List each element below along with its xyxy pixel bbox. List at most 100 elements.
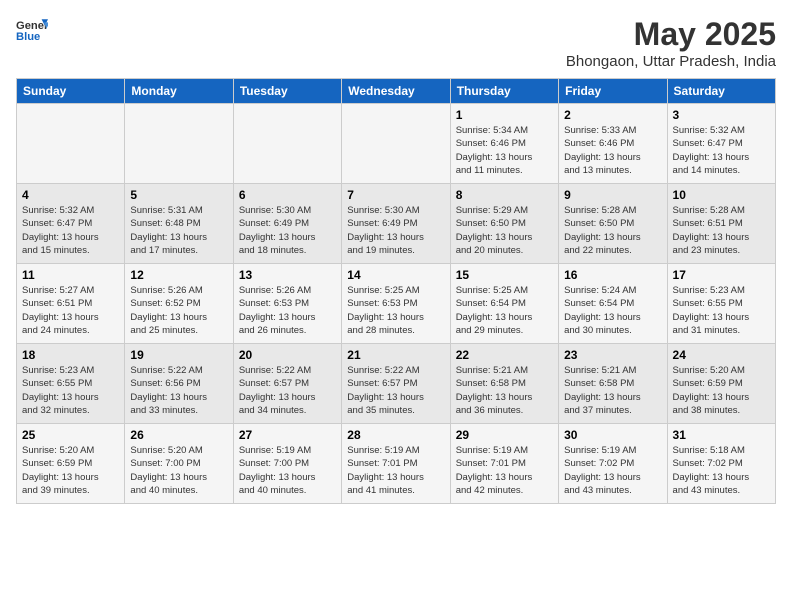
day-content: Sunrise: 5:30 AMSunset: 6:49 PMDaylight:… xyxy=(347,204,444,257)
day-content: Sunrise: 5:22 AMSunset: 6:57 PMDaylight:… xyxy=(239,364,336,417)
day-content: Sunrise: 5:18 AMSunset: 7:02 PMDaylight:… xyxy=(673,444,770,497)
calendar-cell: 19Sunrise: 5:22 AMSunset: 6:56 PMDayligh… xyxy=(125,344,233,424)
calendar-cell: 29 Sunrise: 5:19 AMSunset: 7:01 PMDayligh… xyxy=(450,424,558,504)
day-number: 7 xyxy=(347,188,444,202)
day-number: 31 xyxy=(673,428,770,442)
day-number: 30 xyxy=(564,428,661,442)
day-content: Sunrise: 5:26 AMSunset: 6:53 PMDaylight:… xyxy=(239,284,336,337)
day-number: 23 xyxy=(564,348,661,362)
day-content: Sunrise: 5:27 AMSunset: 6:51 PMDaylight:… xyxy=(22,284,119,337)
calendar-cell: 16 Sunrise: 5:24 AMSunset: 6:54 PMDayligh… xyxy=(559,264,667,344)
day-number: 4 xyxy=(22,188,119,202)
calendar-cell xyxy=(342,104,450,184)
calendar-cell: 28 Sunrise: 5:19 AMSunset: 7:01 PMDayligh… xyxy=(342,424,450,504)
day-number: 18 xyxy=(22,348,119,362)
calendar-cell: 6 Sunrise: 5:30 AMSunset: 6:49 PMDaylight… xyxy=(233,184,341,264)
day-content: Sunrise: 5:31 AMSunset: 6:48 PMDaylight:… xyxy=(130,204,227,257)
day-number: 16 xyxy=(564,268,661,282)
header-saturday: Saturday xyxy=(667,79,775,104)
calendar-cell: 24 Sunrise: 5:20 AMSunset: 6:59 PMDayligh… xyxy=(667,344,775,424)
week-row-5: 25 Sunrise: 5:20 AMSunset: 6:59 PMDayligh… xyxy=(17,424,776,504)
day-content: Sunrise: 5:21 AMSunset: 6:58 PMDaylight:… xyxy=(564,364,661,417)
calendar-cell: 11 Sunrise: 5:27 AMSunset: 6:51 PMDayligh… xyxy=(17,264,125,344)
header-row: SundayMondayTuesdayWednesdayThursdayFrid… xyxy=(17,79,776,104)
calendar-cell: 4 Sunrise: 5:32 AMSunset: 6:47 PMDaylight… xyxy=(17,184,125,264)
header-friday: Friday xyxy=(559,79,667,104)
day-number: 22 xyxy=(456,348,553,362)
calendar-cell: 13 Sunrise: 5:26 AMSunset: 6:53 PMDayligh… xyxy=(233,264,341,344)
day-number: 14 xyxy=(347,268,444,282)
calendar-cell: 17 Sunrise: 5:23 AMSunset: 6:55 PMDayligh… xyxy=(667,264,775,344)
day-number: 2 xyxy=(564,108,661,122)
calendar-cell: 9Sunrise: 5:28 AMSunset: 6:50 PMDaylight… xyxy=(559,184,667,264)
header-tuesday: Tuesday xyxy=(233,79,341,104)
calendar-cell: 12Sunrise: 5:26 AMSunset: 6:52 PMDayligh… xyxy=(125,264,233,344)
day-content: Sunrise: 5:19 AMSunset: 7:01 PMDaylight:… xyxy=(456,444,553,497)
calendar-cell xyxy=(17,104,125,184)
day-number: 15 xyxy=(456,268,553,282)
svg-text:Blue: Blue xyxy=(16,31,40,43)
day-number: 24 xyxy=(673,348,770,362)
calendar-cell: 14 Sunrise: 5:25 AMSunset: 6:53 PMDayligh… xyxy=(342,264,450,344)
calendar-cell: 5 Sunrise: 5:31 AMSunset: 6:48 PMDaylight… xyxy=(125,184,233,264)
calendar-cell: 10Sunrise: 5:28 AMSunset: 6:51 PMDayligh… xyxy=(667,184,775,264)
day-content: Sunrise: 5:30 AMSunset: 6:49 PMDaylight:… xyxy=(239,204,336,257)
day-number: 21 xyxy=(347,348,444,362)
day-content: Sunrise: 5:19 AMSunset: 7:02 PMDaylight:… xyxy=(564,444,661,497)
day-content: Sunrise: 5:26 AMSunset: 6:52 PMDaylight:… xyxy=(130,284,227,337)
day-content: Sunrise: 5:34 AMSunset: 6:46 PMDaylight:… xyxy=(456,124,553,177)
day-content: Sunrise: 5:32 AMSunset: 6:47 PMDaylight:… xyxy=(22,204,119,257)
header-monday: Monday xyxy=(125,79,233,104)
header-wednesday: Wednesday xyxy=(342,79,450,104)
day-content: Sunrise: 5:25 AMSunset: 6:53 PMDaylight:… xyxy=(347,284,444,337)
day-number: 11 xyxy=(22,268,119,282)
day-number: 28 xyxy=(347,428,444,442)
day-content: Sunrise: 5:20 AMSunset: 6:59 PMDaylight:… xyxy=(673,364,770,417)
calendar-cell xyxy=(125,104,233,184)
week-row-3: 11 Sunrise: 5:27 AMSunset: 6:51 PMDayligh… xyxy=(17,264,776,344)
calendar-cell: 25 Sunrise: 5:20 AMSunset: 6:59 PMDayligh… xyxy=(17,424,125,504)
calendar-cell: 23 Sunrise: 5:21 AMSunset: 6:58 PMDayligh… xyxy=(559,344,667,424)
logo-icon: General Blue xyxy=(16,16,48,44)
header-thursday: Thursday xyxy=(450,79,558,104)
day-number: 5 xyxy=(130,188,227,202)
day-number: 13 xyxy=(239,268,336,282)
logo: General Blue xyxy=(16,16,48,44)
day-content: Sunrise: 5:23 AMSunset: 6:55 PMDaylight:… xyxy=(673,284,770,337)
day-content: Sunrise: 5:20 AMSunset: 6:59 PMDaylight:… xyxy=(22,444,119,497)
calendar-cell: 21 Sunrise: 5:22 AMSunset: 6:57 PMDayligh… xyxy=(342,344,450,424)
calendar-cell: 3Sunrise: 5:32 AMSunset: 6:47 PMDaylight… xyxy=(667,104,775,184)
day-content: Sunrise: 5:24 AMSunset: 6:54 PMDaylight:… xyxy=(564,284,661,337)
day-number: 6 xyxy=(239,188,336,202)
calendar-cell: 18Sunrise: 5:23 AMSunset: 6:55 PMDayligh… xyxy=(17,344,125,424)
week-row-4: 18Sunrise: 5:23 AMSunset: 6:55 PMDayligh… xyxy=(17,344,776,424)
calendar-cell: 27Sunrise: 5:19 AMSunset: 7:00 PMDayligh… xyxy=(233,424,341,504)
day-number: 29 xyxy=(456,428,553,442)
calendar-cell: 15 Sunrise: 5:25 AMSunset: 6:54 PMDayligh… xyxy=(450,264,558,344)
calendar-cell: 2 Sunrise: 5:33 AMSunset: 6:46 PMDaylight… xyxy=(559,104,667,184)
calendar-cell: 1Sunrise: 5:34 AMSunset: 6:46 PMDaylight… xyxy=(450,104,558,184)
day-content: Sunrise: 5:19 AMSunset: 7:01 PMDaylight:… xyxy=(347,444,444,497)
day-number: 27 xyxy=(239,428,336,442)
day-number: 17 xyxy=(673,268,770,282)
calendar-cell: 20 Sunrise: 5:22 AMSunset: 6:57 PMDayligh… xyxy=(233,344,341,424)
day-content: Sunrise: 5:25 AMSunset: 6:54 PMDaylight:… xyxy=(456,284,553,337)
day-number: 3 xyxy=(673,108,770,122)
calendar-cell: 30 Sunrise: 5:19 AMSunset: 7:02 PMDayligh… xyxy=(559,424,667,504)
day-number: 20 xyxy=(239,348,336,362)
page-header: General Blue May 2025 Bhongaon, Uttar Pr… xyxy=(16,16,776,70)
day-number: 26 xyxy=(130,428,227,442)
calendar-cell: 7 Sunrise: 5:30 AMSunset: 6:49 PMDaylight… xyxy=(342,184,450,264)
calendar-cell: 26Sunrise: 5:20 AMSunset: 7:00 PMDayligh… xyxy=(125,424,233,504)
calendar-cell: 22 Sunrise: 5:21 AMSunset: 6:58 PMDayligh… xyxy=(450,344,558,424)
day-number: 25 xyxy=(22,428,119,442)
day-number: 10 xyxy=(673,188,770,202)
header-sunday: Sunday xyxy=(17,79,125,104)
day-content: Sunrise: 5:21 AMSunset: 6:58 PMDaylight:… xyxy=(456,364,553,417)
calendar-cell: 31 Sunrise: 5:18 AMSunset: 7:02 PMDayligh… xyxy=(667,424,775,504)
week-row-1: 1Sunrise: 5:34 AMSunset: 6:46 PMDaylight… xyxy=(17,104,776,184)
day-number: 9 xyxy=(564,188,661,202)
day-content: Sunrise: 5:22 AMSunset: 6:57 PMDaylight:… xyxy=(347,364,444,417)
day-content: Sunrise: 5:33 AMSunset: 6:46 PMDaylight:… xyxy=(564,124,661,177)
day-number: 8 xyxy=(456,188,553,202)
